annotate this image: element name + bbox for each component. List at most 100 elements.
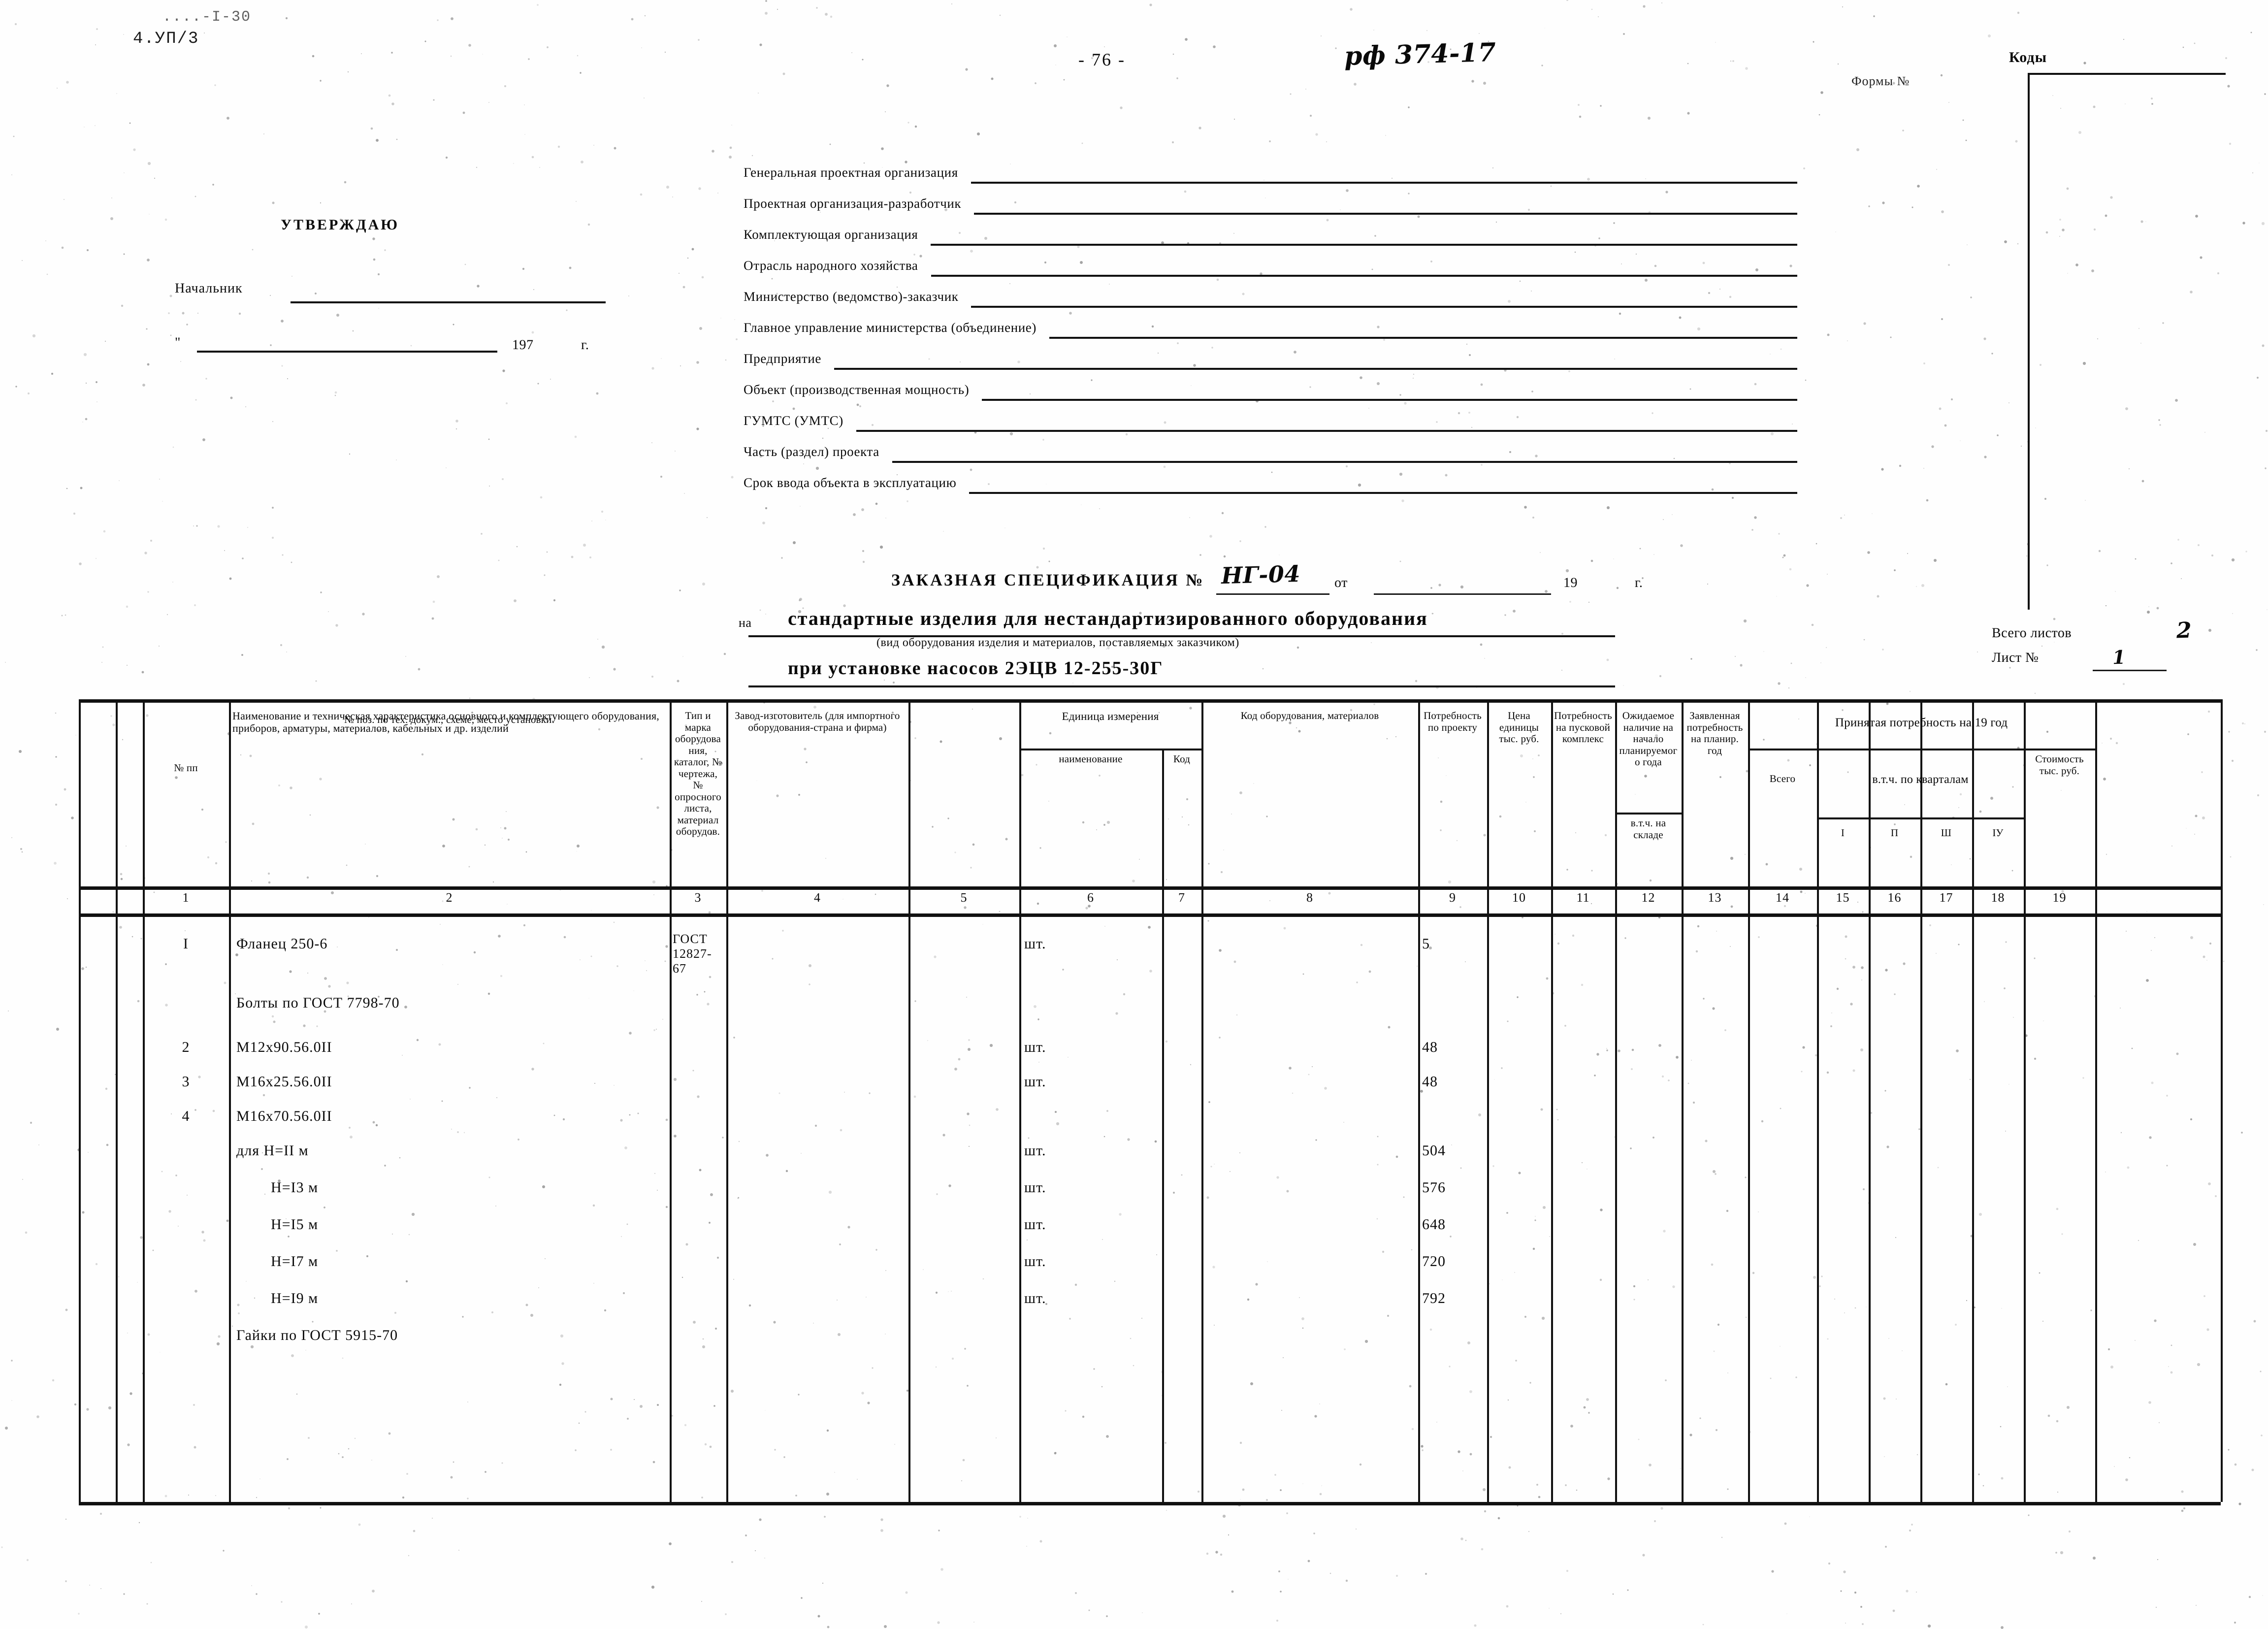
table-header-col-2: № поз. по тех. докум., схеме, место уста… [344, 714, 555, 725]
specification-application: при установке насосов 2ЭЦВ 12-255-30Г [788, 658, 1164, 679]
table-column-number-6: 6 [1087, 890, 1094, 905]
table-column-number-11: 11 [1576, 890, 1590, 905]
table-header-col-11: Потребность на пусковой комплекс [1554, 710, 1612, 745]
table-vertical-rule [2095, 699, 2097, 1502]
form-field-label-1: Генеральная проектная организация [744, 165, 958, 180]
specification-date-line [1374, 593, 1551, 595]
table-row-qty: 576 [1422, 1179, 1446, 1196]
form-field-line-1 [971, 182, 1797, 184]
table-horizontal-rule [1817, 817, 2024, 819]
table-row-name: H=I9 м [271, 1290, 319, 1306]
specification-subject-note: (вид оборудования изделия и материалов, … [876, 636, 1239, 649]
table-vertical-rule [2221, 699, 2223, 1502]
table-row-name: М16x70.56.0II [236, 1108, 332, 1124]
table-column-number-3: 3 [694, 890, 702, 905]
form-field-label-6: Главное управление министерства (объедин… [744, 320, 1037, 335]
table-row-number: I [183, 936, 189, 952]
form-field-line-7 [834, 368, 1797, 370]
specification-table: № пп № поз. по тех. докум., схеме, место … [79, 699, 2223, 1505]
table-row-qty: 648 [1422, 1216, 1446, 1233]
table-column-number-14: 14 [1776, 890, 1789, 905]
form-field-line-4 [931, 275, 1797, 277]
table-column-number-5: 5 [960, 890, 968, 905]
form-field-line-5 [971, 306, 1797, 308]
table-column-number-10: 10 [1512, 890, 1526, 905]
table-header-col-17: Ш [1941, 827, 1952, 839]
table-row-qty: 720 [1422, 1253, 1446, 1270]
table-vertical-rule [1019, 699, 1021, 1502]
table-header-col-1: № пп [174, 762, 198, 774]
table-vertical-rule [1487, 699, 1489, 1502]
page-number: - 76 - [1078, 50, 1126, 69]
table-vertical-rule [1682, 699, 1684, 1502]
table-vertical-rule [1972, 699, 1974, 1502]
table-column-number-13: 13 [1708, 890, 1722, 905]
sheet-number-label: Лист № [1992, 650, 2039, 665]
table-header-col-13: Заявленная потребность на планир. год [1686, 710, 1743, 756]
table-vertical-rule [79, 699, 81, 1502]
table-header-col-18: IУ [1992, 827, 2004, 839]
table-vertical-rule [1551, 699, 1553, 1502]
table-row-unit: шт. [1024, 1290, 1046, 1306]
form-field-line-3 [931, 244, 1797, 246]
form-field-line-10 [892, 461, 1797, 463]
chief-signature-line [291, 301, 606, 303]
form-field-label-8: Объект (производственная мощность) [744, 382, 970, 397]
table-column-number-18: 18 [1991, 890, 2005, 905]
table-column-number-2: 2 [446, 890, 453, 905]
table-column-number-4: 4 [814, 890, 821, 905]
table-row-unit: шт. [1024, 1253, 1046, 1270]
table-vertical-rule [1817, 699, 1819, 1502]
table-row-qty: 5 [1422, 936, 1430, 952]
table-column-number-1: 1 [182, 890, 190, 905]
table-horizontal-rule [79, 699, 2221, 703]
table-column-number-12: 12 [1641, 890, 1655, 905]
table-horizontal-rule [79, 913, 2221, 917]
table-column-number-19: 19 [2052, 890, 2067, 905]
table-vertical-rule [1201, 699, 1203, 1502]
form-field-label-7: Предприятие [744, 351, 822, 366]
table-header-col-9: Потребность по проекту [1424, 710, 1482, 733]
form-field-line-11 [969, 492, 1797, 494]
table-row-number: 4 [182, 1108, 190, 1124]
table-header-col-12: Ожидаемое наличие на начало планируемого… [1619, 710, 1678, 768]
table-horizontal-rule [1615, 813, 1682, 814]
table-row-qty: 48 [1422, 1039, 1438, 1055]
table-vertical-rule [670, 699, 672, 1502]
form-field-label-3: Комплектующая организация [744, 227, 918, 242]
table-row-unit: шт. [1024, 1039, 1046, 1055]
form-field-label-2: Проектная организация-разработчик [744, 196, 962, 211]
table-row-type: ГОСТ 12827-67 [673, 932, 712, 976]
table-header-col-5: Завод-изготовитель (для импортного обору… [735, 710, 900, 733]
table-column-number-15: 15 [1836, 890, 1850, 905]
table-header-col-7: Код [1173, 753, 1191, 765]
table-row-unit: шт. [1024, 936, 1046, 952]
form-field-line-8 [982, 399, 1797, 401]
table-row-unit: шт. [1024, 1179, 1046, 1196]
table-vertical-rule [1920, 699, 1922, 1502]
table-row-unit: шт. [1024, 1216, 1046, 1233]
table-vertical-rule [116, 699, 118, 1502]
table-column-number-7: 7 [1178, 890, 1185, 905]
date-quote-mark: " [175, 335, 182, 350]
table-vertical-rule [1869, 699, 1871, 1502]
date-line [197, 351, 497, 353]
table-vertical-rule [229, 699, 231, 1502]
doc-reference-handwritten: рф 374-17 [1344, 37, 1497, 72]
table-row-name: М12x90.56.0II [236, 1039, 332, 1055]
specification-year-suffix: г. [1635, 575, 1643, 590]
table-horizontal-rule [1019, 749, 1201, 750]
table-header-col-10: Цена единицы тыс. руб. [1499, 710, 1539, 745]
table-group-header-quarters: в.т.ч. по кварталам [1872, 773, 1969, 786]
table-group-header-unit: Единица измерения [1062, 710, 1159, 722]
scanned-document-page: ....-I-30 4.УП/3 - 76 - рф 374-17 Формы … [0, 0, 2268, 1629]
specification-subject: стандартные изделия для нестандартизиров… [788, 607, 1428, 629]
table-header-col-12b: в.т.ч. на складе [1630, 817, 1666, 841]
table-row-qty: 48 [1422, 1074, 1438, 1090]
table-vertical-rule [2024, 699, 2026, 1502]
specification-application-rule [748, 685, 1615, 687]
table-vertical-rule [1748, 699, 1750, 1502]
codes-label: Коды [2009, 49, 2047, 65]
date-suffix: г. [581, 337, 589, 353]
sheets-total-value: 2 [2176, 618, 2192, 644]
